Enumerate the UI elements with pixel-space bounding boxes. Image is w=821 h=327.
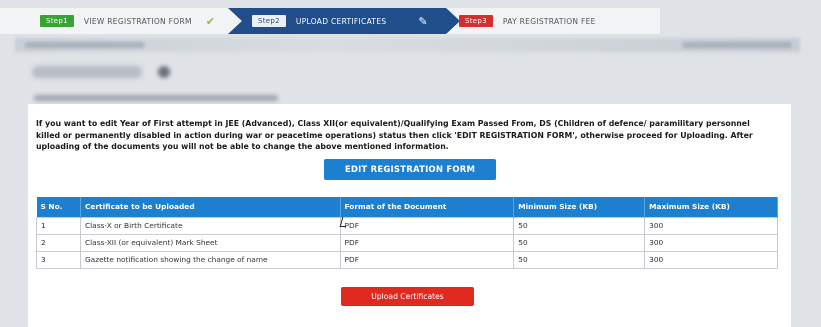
- table-header-row: S No. Certificate to be Uploaded Format …: [36, 197, 778, 217]
- col-header-sno: S No.: [36, 197, 81, 217]
- step-pay-fee[interactable]: Step3 PAY REGISTRATION FEE: [455, 8, 655, 34]
- table-row: 3 Gazette notification showing the chang…: [36, 250, 778, 269]
- checkmark-icon: ✔: [205, 14, 216, 28]
- cell-certificate: Class-X or Birth Certificate: [79, 216, 341, 235]
- progress-stepper: Step1 VIEW REGISTRATION FORM ✔ Step2 UPL…: [0, 8, 660, 34]
- cell-max-size: 300: [644, 250, 778, 269]
- cell-sno: 1: [36, 216, 81, 235]
- step-view-registration[interactable]: Step1 VIEW REGISTRATION FORM ✔: [40, 8, 235, 34]
- edit-notice: If you want to edit Year of First attemp…: [36, 119, 753, 151]
- cell-max-size: 300: [644, 233, 778, 252]
- pencil-icon: ✎: [418, 14, 428, 28]
- cell-format: PDF: [339, 250, 515, 269]
- col-header-certificate: Certificate to be Uploaded: [80, 197, 341, 217]
- step-number-badge: Step2: [252, 15, 286, 27]
- blurred-header: [15, 38, 800, 52]
- cell-sno: 3: [36, 250, 81, 269]
- cell-format: PDF: [339, 216, 515, 235]
- step-label: UPLOAD CERTIFICATES: [295, 16, 387, 26]
- blurred-title: [32, 66, 142, 78]
- table-row: 1 Class-X or Birth Certificate PDF 50 30…: [36, 216, 778, 235]
- blurred-subtitle: [34, 95, 278, 101]
- cell-sno: 2: [36, 233, 81, 252]
- blurred-text: [682, 42, 792, 48]
- blurred-text: [25, 42, 145, 48]
- step-number-badge: Step1: [40, 15, 74, 27]
- cell-format: PDF: [339, 233, 515, 252]
- step-number-badge: Step3: [459, 15, 493, 27]
- upload-panel: If you want to edit Year of First attemp…: [28, 104, 791, 327]
- col-header-max-size: Maximum Size (KB): [644, 197, 778, 217]
- step-upload-certificates[interactable]: Step2 UPLOAD CERTIFICATES ✎: [228, 8, 460, 34]
- cell-min-size: 50: [513, 233, 646, 252]
- cell-max-size: 300: [644, 216, 778, 235]
- step-label: VIEW REGISTRATION FORM: [83, 16, 192, 26]
- cell-certificate: Gazette notification showing the change …: [79, 250, 341, 269]
- cell-min-size: 50: [513, 250, 646, 269]
- edit-registration-form-button[interactable]: EDIT REGISTRATION FORM: [324, 159, 496, 180]
- step-label: PAY REGISTRATION FEE: [502, 16, 596, 26]
- blurred-icon: [158, 66, 170, 78]
- table-row: 2 Class-XII (or equivalent) Mark Sheet P…: [36, 233, 778, 252]
- certificates-table: S No. Certificate to be Uploaded Format …: [36, 197, 778, 269]
- cell-min-size: 50: [513, 216, 646, 235]
- upload-certificates-button[interactable]: Upload Certificates: [341, 287, 474, 306]
- cell-certificate: Class-XII (or equivalent) Mark Sheet: [79, 233, 341, 252]
- col-header-format: Format of the Document: [340, 197, 515, 217]
- col-header-min-size: Minimum Size (KB): [513, 197, 646, 217]
